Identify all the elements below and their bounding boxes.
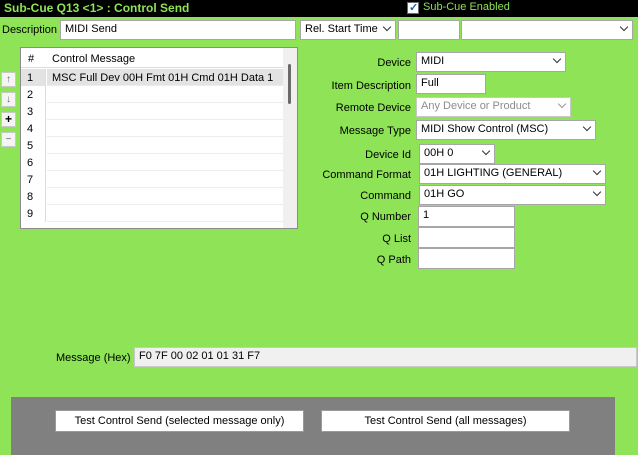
q-number-label: Q Number xyxy=(360,211,411,223)
grid-header: # Control Message xyxy=(21,48,283,68)
chevron-down-icon xyxy=(382,22,392,32)
row-number-text: 3 xyxy=(27,106,34,118)
row-number-text: 1 xyxy=(27,72,34,84)
row-number-text: 9 xyxy=(27,208,34,220)
rel-start-time-dropdown[interactable]: Rel. Start Time xyxy=(300,20,396,40)
command-label: Command xyxy=(360,190,411,202)
chevron-down-icon xyxy=(557,99,567,109)
remote-device-dropdown: Any Device or Product xyxy=(416,97,571,117)
column-header-number: # xyxy=(28,53,35,65)
q-path-input[interactable] xyxy=(418,248,515,269)
column-header-message: Control Message xyxy=(52,53,136,65)
table-row[interactable] xyxy=(47,103,283,120)
row-number-text: 7 xyxy=(27,174,34,186)
q-path-label: Q Path xyxy=(376,254,411,266)
row-number[interactable]: 9 xyxy=(21,205,46,222)
rel-start-time-value: Rel. Start Time xyxy=(305,23,378,35)
row-number[interactable]: 1 xyxy=(21,69,46,86)
chevron-down-icon xyxy=(592,166,602,176)
device-label: Device xyxy=(377,57,411,69)
q-list-input[interactable] xyxy=(418,227,515,248)
device-value: MIDI xyxy=(421,55,445,67)
device-id-label: Device Id xyxy=(365,149,411,161)
table-row[interactable] xyxy=(47,205,283,222)
row-number-text: 2 xyxy=(27,89,34,101)
subcue-enabled-label: Sub-Cue Enabled xyxy=(423,1,510,13)
chevron-down-icon xyxy=(592,187,602,197)
table-row[interactable] xyxy=(47,86,283,103)
row-number[interactable]: 4 xyxy=(21,120,46,137)
command-dropdown[interactable]: 01H GO xyxy=(419,185,606,205)
command-format-dropdown[interactable]: 01H LIGHTING (GENERAL) xyxy=(419,164,606,184)
chevron-down-icon xyxy=(582,122,592,132)
row-number[interactable]: 3 xyxy=(21,103,46,120)
control-message-grid[interactable]: # Control Message 1 MSC Full Dev 00H Fmt … xyxy=(20,47,298,229)
subcue-enabled-checkbox[interactable]: ✓ xyxy=(407,2,419,14)
message-hex-label: Message (Hex) xyxy=(56,352,131,364)
table-row[interactable] xyxy=(47,120,283,137)
row-number-text: 5 xyxy=(27,140,34,152)
device-id-value: 00H 0 xyxy=(424,147,454,159)
remove-message-button[interactable]: − xyxy=(1,132,16,147)
message-type-label: Message Type xyxy=(339,125,411,137)
description-input[interactable]: MIDI Send xyxy=(60,20,296,40)
row-number[interactable]: 2 xyxy=(21,86,46,103)
row-number[interactable]: 5 xyxy=(21,137,46,154)
row-number-text: 8 xyxy=(27,191,34,203)
control-message-text: MSC Full Dev 00H Fmt 01H Cmd 01H Data 1 xyxy=(52,72,274,84)
chevron-down-icon xyxy=(619,22,629,32)
row-number-text: 6 xyxy=(27,157,34,169)
command-format-label: Command Format xyxy=(322,169,411,181)
test-selected-button[interactable]: Test Control Send (selected message only… xyxy=(55,410,304,432)
secondary-dropdown[interactable] xyxy=(461,20,633,40)
move-down-button[interactable]: ↓ xyxy=(1,92,16,107)
checkmark-icon: ✓ xyxy=(409,2,419,14)
add-message-button[interactable]: + xyxy=(1,112,16,127)
chevron-down-icon xyxy=(481,146,491,156)
message-hex-value: F0 7F 00 02 01 01 31 F7 xyxy=(134,347,637,367)
q-list-label: Q List xyxy=(382,233,411,245)
row-number-text: 4 xyxy=(27,123,34,135)
row-number[interactable]: 8 xyxy=(21,188,46,205)
command-value: 01H GO xyxy=(424,188,465,200)
move-up-button[interactable]: ↑ xyxy=(1,72,16,87)
table-row[interactable]: MSC Full Dev 00H Fmt 01H Cmd 01H Data 1 xyxy=(47,69,283,86)
device-dropdown[interactable]: MIDI xyxy=(416,52,566,72)
q-number-input[interactable]: 1 xyxy=(418,206,515,227)
item-description-label: Item Description xyxy=(331,80,411,92)
table-row[interactable] xyxy=(47,137,283,154)
remote-device-label: Remote Device xyxy=(335,102,411,114)
table-row[interactable] xyxy=(47,171,283,188)
item-description-input[interactable]: Full xyxy=(416,74,486,94)
command-format-value: 01H LIGHTING (GENERAL) xyxy=(424,167,563,179)
description-label: Description xyxy=(2,24,58,36)
table-row[interactable] xyxy=(47,188,283,205)
test-all-button[interactable]: Test Control Send (all messages) xyxy=(321,410,570,432)
window-title: Sub-Cue Q13 <1> : Control Send xyxy=(4,1,190,15)
remote-device-value: Any Device or Product xyxy=(421,100,531,112)
rel-start-time-input[interactable] xyxy=(398,20,460,40)
message-type-dropdown[interactable]: MIDI Show Control (MSC) xyxy=(416,120,596,140)
table-row[interactable] xyxy=(47,154,283,171)
chevron-down-icon xyxy=(552,54,562,64)
row-number[interactable]: 7 xyxy=(21,171,46,188)
row-number[interactable]: 6 xyxy=(21,154,46,171)
message-type-value: MIDI Show Control (MSC) xyxy=(421,123,549,135)
device-id-dropdown[interactable]: 00H 0 xyxy=(419,144,495,164)
